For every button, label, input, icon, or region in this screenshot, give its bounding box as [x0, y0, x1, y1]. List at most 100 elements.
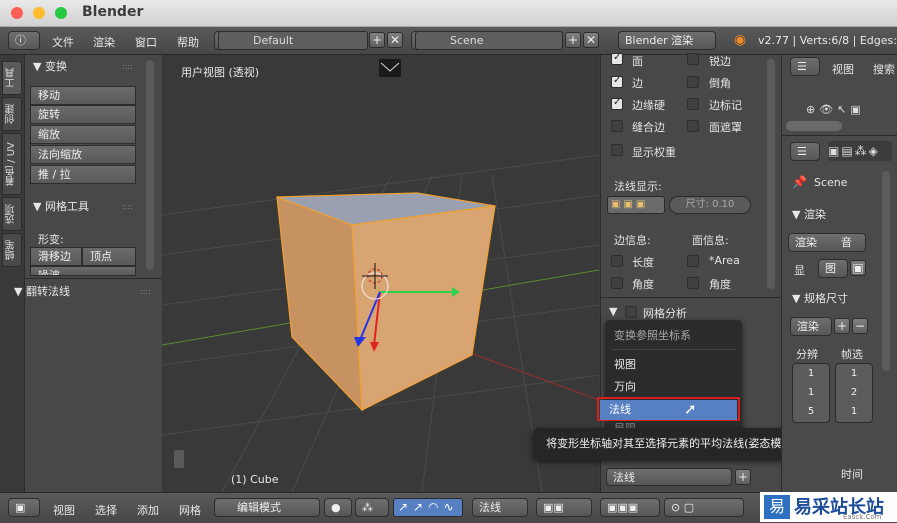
add-orientation-button[interactable]: +	[735, 469, 751, 485]
tab-tools[interactable]: 工具	[2, 61, 22, 95]
remove-screen-button[interactable]: ✕	[387, 32, 403, 48]
outliner-search-menu[interactable]: 搜索	[873, 61, 895, 77]
editor-type-icon[interactable]: ☰	[790, 57, 820, 76]
add-scene-button[interactable]: +	[565, 32, 581, 48]
noise-button[interactable]: 噪波	[30, 266, 136, 276]
normal-size-field[interactable]: 尺寸: 0.10	[669, 196, 751, 214]
edge-slide-button[interactable]: 滑移边	[30, 247, 82, 266]
menu-view[interactable]: 视图	[53, 502, 75, 518]
panel-grip-icon[interactable]: ::::	[122, 62, 133, 71]
menu-select[interactable]: 选择	[95, 502, 117, 518]
shading-dropdown[interactable]: ●	[324, 498, 352, 517]
pin-icon[interactable]: 📌	[792, 175, 807, 189]
weights-checkbox[interactable]	[611, 144, 623, 156]
push-pull-button[interactable]: 推 / 拉	[30, 165, 136, 184]
menu-file[interactable]: 文件	[52, 34, 74, 50]
orientation-normal-item[interactable]: 法线	[600, 400, 737, 420]
remove-preset-button[interactable]: −	[852, 318, 868, 334]
crease-checkbox[interactable]	[611, 97, 623, 110]
panel-grip-icon[interactable]: ::::	[140, 287, 151, 296]
properties-right-scrollbar[interactable]	[882, 171, 890, 371]
mesh-tools-panel-header[interactable]: ▼ 网格工具	[33, 198, 89, 214]
3d-viewport[interactable]: 用户视图 (透视) (1) Cube	[162, 55, 599, 492]
render-panel-header[interactable]: ▼ 渲染	[792, 206, 826, 222]
render-buttons[interactable]: 渲染 音	[788, 233, 866, 252]
mesh-analysis-checkbox[interactable]	[625, 306, 637, 318]
orientation-dropdown[interactable]: 法线	[606, 468, 732, 486]
face-angle-checkbox[interactable]	[687, 277, 699, 289]
scene-field[interactable]: Scene	[415, 31, 563, 50]
frame-step-field[interactable]: 1	[836, 402, 872, 421]
outliner-scrollbar[interactable]	[786, 121, 842, 131]
select-mode-buttons[interactable]: ▣▣▣	[600, 498, 660, 517]
rotate-button[interactable]: 旋转	[30, 105, 136, 124]
frame-end-field[interactable]: 2	[836, 383, 872, 402]
remove-scene-button[interactable]: ✕	[583, 32, 599, 48]
pivot-dropdown[interactable]: ⁂	[355, 498, 389, 517]
minimize-window-button[interactable]	[33, 7, 45, 19]
add-screen-button[interactable]: +	[369, 32, 385, 48]
toolshelf-scrollbar[interactable]	[146, 60, 154, 270]
shrink-fatten-button[interactable]: 法向缩放	[30, 145, 136, 164]
bevel-checkbox[interactable]	[687, 76, 699, 88]
layer-buttons[interactable]: ▣▣	[536, 498, 592, 517]
scene-name-label: Scene	[814, 176, 848, 189]
orientation-view-item[interactable]: 视图	[605, 355, 742, 375]
menu-add[interactable]: 添加	[137, 502, 159, 518]
vertex-slide-button[interactable]: 顶点	[82, 247, 136, 266]
render-presets-dropdown[interactable]: 渲染	[790, 317, 832, 336]
tab-create[interactable]: 创建	[2, 97, 22, 131]
normals-type-buttons[interactable]: ▣▣▣	[607, 196, 665, 214]
manipulator-buttons[interactable]: ↗↗◠∿	[393, 498, 463, 517]
panel-grip-icon[interactable]: ::::	[122, 202, 133, 211]
outliner-restrict-icons[interactable]: ⊕👁↖▣	[806, 103, 865, 116]
scale-button[interactable]: 缩放	[30, 125, 136, 144]
orientation-gimbal-item[interactable]: 万向	[605, 377, 742, 397]
tab-shading-uv[interactable]: 着色 / UV	[2, 133, 22, 195]
editor-type-menu[interactable]: ⓘ	[8, 31, 40, 50]
menu-render[interactable]: 渲染	[93, 34, 115, 50]
resolution-fields[interactable]: 1 1 5	[792, 363, 830, 423]
render-engine-dropdown[interactable]: Blender 渲染	[618, 31, 716, 50]
lock-interface-button[interactable]: ▣	[850, 260, 866, 276]
dimensions-panel-header[interactable]: ▼ 规格尺寸	[792, 290, 848, 306]
faces-checkbox[interactable]	[611, 52, 623, 65]
resolution-percent-field[interactable]: 5	[793, 402, 829, 421]
display-mode-dropdown[interactable]: 图	[818, 259, 848, 278]
resolution-y-field[interactable]: 1	[793, 383, 829, 402]
area-checkbox[interactable]	[687, 255, 699, 267]
edges-checkbox[interactable]	[611, 75, 623, 88]
edge-angle-checkbox[interactable]	[611, 277, 623, 289]
face-mask-checkbox[interactable]	[687, 120, 699, 132]
menu-window[interactable]: 窗口	[135, 34, 157, 50]
toolshelf-toggle-icon[interactable]	[174, 450, 184, 468]
frame-start-field[interactable]: 1	[836, 364, 872, 383]
length-checkbox[interactable]	[611, 255, 623, 267]
translate-button[interactable]: 移动	[30, 86, 136, 105]
viewport-editor-type-icon[interactable]: ▣	[8, 498, 40, 517]
sharp-checkbox[interactable]	[687, 53, 699, 65]
properties-context-icons[interactable]: ▣▤⁂◈	[828, 141, 892, 161]
edge-mark-checkbox[interactable]	[687, 98, 699, 110]
properties-scrollbar[interactable]	[767, 59, 775, 289]
add-preset-button[interactable]: +	[834, 318, 850, 334]
tab-grease-pencil[interactable]: 蜡笔	[2, 233, 22, 267]
occlude-buttons[interactable]: ⊙ ▢	[664, 498, 744, 517]
screen-layout-field[interactable]: Default	[218, 31, 368, 50]
outliner-view-menu[interactable]: 视图	[832, 61, 854, 77]
resolution-x-field[interactable]: 1	[793, 364, 829, 383]
flip-normals-panel-header[interactable]: ▼ 翻转法线	[14, 283, 70, 299]
face-angle-label: 角度	[709, 278, 731, 291]
properties-editor-type-icon[interactable]: ☰	[790, 142, 820, 161]
frame-fields[interactable]: 1 2 1	[835, 363, 873, 423]
seams-checkbox[interactable]	[611, 120, 623, 132]
maximize-window-button[interactable]	[55, 7, 67, 19]
transform-orientation-dropdown[interactable]: 法线	[472, 498, 528, 517]
tab-options[interactable]: 选项	[2, 197, 22, 231]
close-window-button[interactable]	[11, 7, 23, 19]
mesh-analysis-toggle-icon[interactable]: ▼	[609, 305, 617, 318]
menu-mesh[interactable]: 网格	[179, 502, 201, 518]
menu-help[interactable]: 帮助	[177, 34, 199, 50]
transform-panel-header[interactable]: ▼ 变换	[33, 58, 67, 74]
mode-dropdown[interactable]: 编辑模式	[214, 498, 320, 517]
